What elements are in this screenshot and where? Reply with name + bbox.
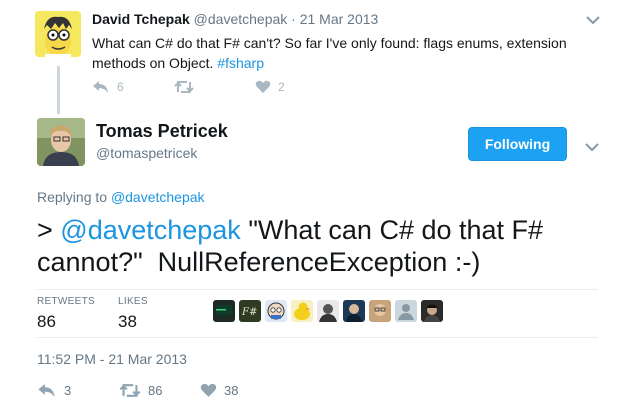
likes-stat[interactable]: LIKES 38 [118,296,148,332]
heart-icon [255,80,271,93]
liker-avatar[interactable] [395,300,417,322]
parent-more-button[interactable] [586,12,600,30]
following-button[interactable]: Following [468,127,567,161]
liker-avatar[interactable] [265,300,287,322]
replying-handle-link[interactable]: @davetchepak [111,189,205,205]
likes-value: 38 [118,312,137,331]
parent-like-count: 2 [278,80,285,94]
like-count: 38 [224,383,239,398]
liker-avatar[interactable] [369,300,391,322]
replying-to: Replying to @davetchepak [37,189,205,205]
retweet-button[interactable]: 86 [119,383,162,398]
retweets-label: RETWEETS [37,296,95,307]
liker-avatar[interactable] [213,300,235,322]
chevron-down-icon [586,16,600,25]
retweet-count: 86 [148,383,163,398]
liker-avatar[interactable] [317,300,339,322]
parent-reply-button[interactable]: 6 [92,80,124,94]
retweet-icon [119,383,141,398]
tweet-timestamp[interactable]: 11:52 PM - 21 Mar 2013 [37,351,187,367]
liker-avatar[interactable]: F# [239,300,261,322]
liker-avatar[interactable] [421,300,443,322]
parent-tweet-header: David Tchepak @davetchepak · 21 Mar 2013 [92,11,378,27]
retweets-value: 86 [37,312,56,331]
reply-icon [93,81,108,93]
heart-icon [200,383,217,397]
reply-button[interactable]: 3 [37,383,71,398]
parent-avatar[interactable] [35,11,81,57]
parent-like-button[interactable]: 2 [255,80,285,94]
reply-count: 3 [64,383,72,398]
parent-retweet-button[interactable] [174,80,201,94]
likers-avatars: F# [213,300,443,322]
tweet-more-button[interactable] [585,139,599,157]
liker-avatar[interactable] [291,300,313,322]
author-name[interactable]: Tomas Petricek [96,121,228,142]
retweets-stat[interactable]: RETWEETS 86 [37,296,95,332]
tweet-text-prefix: > [37,215,61,245]
mention-link[interactable]: @davetchepak [60,215,241,245]
chevron-down-icon [585,143,599,152]
parent-handle-date[interactable]: @davetchepak · 21 Mar 2013 [194,11,379,27]
svg-text:F#: F# [241,307,257,318]
parent-tweet-text: What can C# do that F# can't? So far I'v… [92,33,592,73]
parent-reply-count: 6 [117,80,124,94]
author-avatar[interactable] [37,118,85,166]
liker-avatar[interactable] [343,300,365,322]
parent-author-name[interactable]: David Tchepak [92,11,190,27]
author-handle[interactable]: @tomaspetricek [96,145,197,161]
divider-top [37,289,598,290]
reply-icon [38,384,55,397]
likes-label: LIKES [118,296,148,307]
parent-tweet-body: What can C# do that F# can't? So far I'v… [92,35,567,71]
tweet-text: > @davetchepak "What can C# do that F# c… [37,214,597,278]
thread-line [57,66,60,114]
like-button[interactable]: 38 [200,383,238,398]
replying-prefix: Replying to [37,189,108,205]
hashtag-link[interactable]: #fsharp [217,55,264,71]
retweet-icon [174,80,194,94]
divider-bottom [37,337,598,338]
